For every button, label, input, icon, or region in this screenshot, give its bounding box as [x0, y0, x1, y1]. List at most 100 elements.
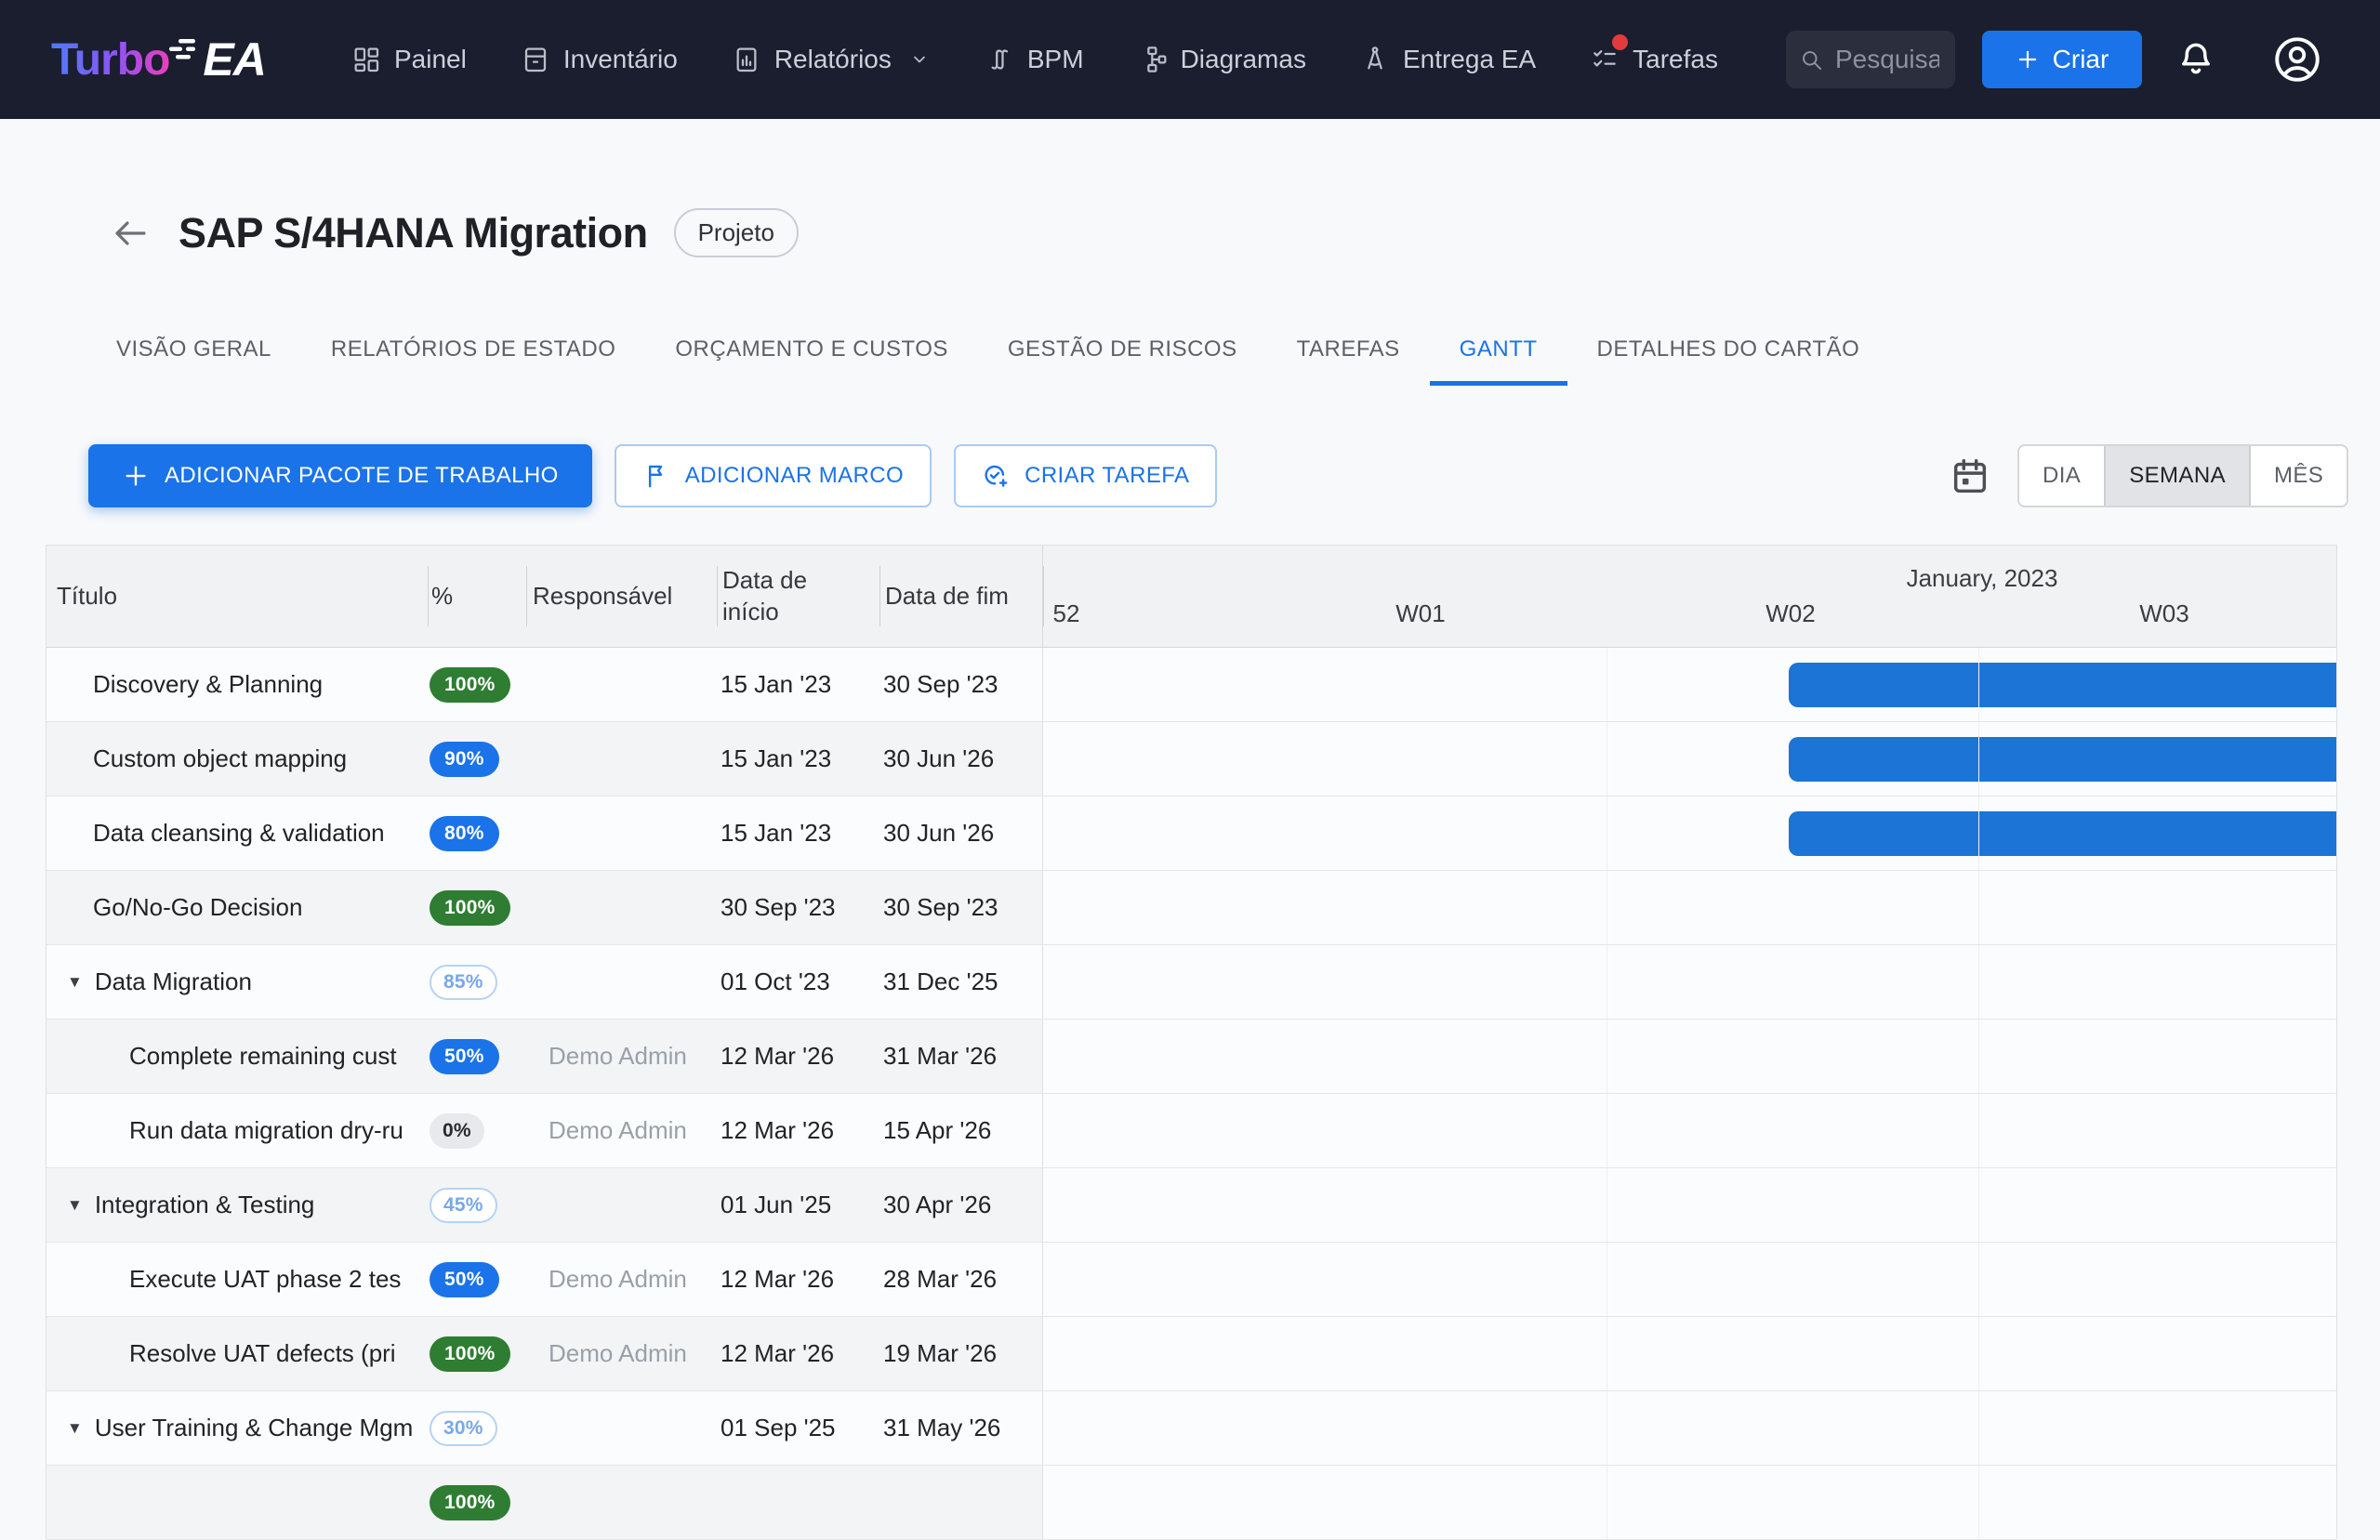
task-title-cell[interactable]: Resolve UAT defects (pri	[46, 1317, 428, 1390]
gantt-task-bar[interactable]	[1789, 737, 2336, 782]
task-percent-cell: 100%	[428, 1466, 526, 1539]
nav-item-bpm[interactable]: BPM	[985, 45, 1084, 74]
create-button[interactable]: Criar	[1982, 31, 2142, 88]
speed-lines-icon	[164, 33, 201, 65]
tab-gestao-de-riscos[interactable]: GESTÃO DE RISCOS	[978, 316, 1267, 383]
table-row[interactable]: Custom object mapping90%15 Jan '2330 Jun…	[46, 722, 2336, 796]
task-owner-cell: Demo Admin	[526, 1094, 717, 1167]
progress-badge: 90%	[430, 742, 499, 777]
progress-badge: 80%	[430, 816, 499, 851]
gantt-timeline-cell	[1042, 1466, 2336, 1539]
table-row[interactable]: Run data migration dry-ru0%Demo Admin12 …	[46, 1094, 2336, 1168]
table-row[interactable]: 100%	[46, 1466, 2336, 1540]
gantt-toolbar: ADICIONAR PACOTE DE TRABALHO ADICIONAR M…	[88, 444, 1217, 507]
task-title: Integration & Testing	[95, 1191, 315, 1219]
row-cells: Run data migration dry-ru0%Demo Admin12 …	[46, 1094, 1042, 1167]
nav-item-inventario[interactable]: Inventário	[521, 45, 678, 74]
project-type-badge: Projeto	[674, 208, 799, 257]
task-title-cell[interactable]	[46, 1466, 428, 1539]
row-cells: ▼Data Migration85%01 Oct '2331 Dec '25	[46, 945, 1042, 1019]
collapse-triangle-icon[interactable]: ▼	[67, 973, 83, 992]
table-row[interactable]: Discovery & Planning100%15 Jan '2330 Sep…	[46, 648, 2336, 722]
notifications-bell-icon[interactable]	[2175, 39, 2216, 80]
column-header-end-date[interactable]: Data de fim	[879, 546, 1042, 647]
task-end-date-cell: 28 Mar '26	[879, 1243, 1042, 1316]
back-arrow-icon[interactable]	[108, 211, 152, 256]
task-title-cell[interactable]: Discovery & Planning	[46, 648, 428, 721]
task-title-cell[interactable]: Custom object mapping	[46, 722, 428, 796]
progress-badge: 50%	[430, 1039, 499, 1074]
column-header-start-date[interactable]: Data de início	[717, 546, 879, 647]
create-button-label: Criar	[2053, 45, 2109, 74]
task-title-cell[interactable]: Complete remaining cust	[46, 1020, 428, 1093]
table-row[interactable]: Complete remaining cust50%Demo Admin12 M…	[46, 1020, 2336, 1094]
task-start-date-cell: 01 Jun '25	[717, 1168, 879, 1242]
task-title: Data cleansing & validation	[93, 819, 385, 848]
task-title: Data Migration	[95, 967, 252, 996]
diagrams-icon	[1138, 45, 1168, 74]
task-owner-cell	[526, 1168, 717, 1242]
logo-ea-text: EA	[203, 33, 265, 86]
nav-item-entrega-ea[interactable]: Entrega EA	[1360, 45, 1536, 74]
timescale-day[interactable]: DIA	[2019, 446, 2104, 506]
nav-label: Tarefas	[1633, 45, 1718, 74]
nav-item-painel[interactable]: Painel	[351, 45, 467, 74]
nav-item-tarefas[interactable]: Tarefas	[1590, 45, 1718, 74]
timescale-month[interactable]: MÊS	[2251, 446, 2347, 506]
add-work-package-button[interactable]: ADICIONAR PACOTE DE TRABALHO	[88, 444, 592, 507]
gantt-panel: Título % Responsável Data de início Data…	[46, 545, 2337, 1539]
column-header-percent[interactable]: %	[428, 546, 526, 647]
nav-item-diagramas[interactable]: Diagramas	[1138, 45, 1306, 74]
task-percent-cell: 90%	[428, 722, 526, 796]
task-title-cell[interactable]: ▼User Training & Change Mgm	[46, 1391, 428, 1465]
app-logo[interactable]: Turbo EA	[51, 0, 266, 119]
global-search[interactable]	[1786, 31, 1955, 88]
table-row[interactable]: Data cleansing & validation80%15 Jan '23…	[46, 796, 2336, 871]
task-start-date-cell: 15 Jan '23	[717, 722, 879, 796]
search-input[interactable]	[1833, 44, 1941, 75]
collapse-triangle-icon[interactable]: ▼	[67, 1196, 83, 1215]
task-title-cell[interactable]: Data cleansing & validation	[46, 796, 428, 870]
table-row[interactable]: ▼Integration & Testing45%01 Jun '2530 Ap…	[46, 1168, 2336, 1243]
tab-visao-geral[interactable]: VISÃO GERAL	[86, 316, 301, 383]
tab-relatorios-de-estado[interactable]: RELATÓRIOS DE ESTADO	[301, 316, 646, 383]
tab-gantt[interactable]: GANTT	[1430, 316, 1567, 383]
plus-icon	[122, 462, 150, 490]
user-avatar-icon[interactable]	[2270, 33, 2324, 86]
timescale-week[interactable]: SEMANA	[2104, 446, 2251, 506]
task-title-cell[interactable]: Run data migration dry-ru	[46, 1094, 428, 1167]
tab-detalhes-do-cartao[interactable]: DETALHES DO CARTÃO	[1567, 316, 1890, 383]
column-header-title[interactable]: Título	[46, 546, 428, 647]
gantt-timeline-cell	[1042, 1020, 2336, 1093]
task-title-cell[interactable]: Go/No-Go Decision	[46, 871, 428, 944]
create-task-button[interactable]: CRIAR TAREFA	[954, 444, 1217, 507]
task-start-date-cell: 12 Mar '26	[717, 1094, 879, 1167]
add-milestone-button[interactable]: ADICIONAR MARCO	[615, 444, 932, 507]
table-row[interactable]: Execute UAT phase 2 tes50%Demo Admin12 M…	[46, 1243, 2336, 1317]
gantt-task-bar[interactable]	[1789, 811, 2336, 856]
tasks-checklist-icon	[1590, 45, 1620, 74]
calendar-icon[interactable]	[1949, 454, 1991, 497]
tab-orcamento-e-custos[interactable]: ORÇAMENTO E CUSTOS	[645, 316, 977, 383]
gantt-task-bar[interactable]	[1789, 663, 2336, 707]
task-owner-cell	[526, 871, 717, 944]
gantt-timeline-cell	[1042, 871, 2336, 944]
progress-badge: 85%	[430, 965, 497, 1000]
task-title-cell[interactable]: Execute UAT phase 2 tes	[46, 1243, 428, 1316]
nav-item-relatorios[interactable]: Relatórios	[732, 45, 931, 74]
task-title-cell[interactable]: ▼ Data Migration	[46, 945, 428, 1019]
table-row[interactable]: Resolve UAT defects (pri100%Demo Admin12…	[46, 1317, 2336, 1391]
tab-tarefas[interactable]: TAREFAS	[1267, 316, 1430, 383]
task-percent-cell: 100%	[428, 648, 526, 721]
table-row[interactable]: ▼Data Migration85%01 Oct '2331 Dec '25	[46, 945, 2336, 1020]
table-row[interactable]: Go/No-Go Decision100%30 Sep '2330 Sep '2…	[46, 871, 2336, 945]
collapse-triangle-icon[interactable]: ▼	[67, 1419, 83, 1438]
task-title-cell[interactable]: ▼ Integration & Testing	[46, 1168, 428, 1242]
table-row[interactable]: ▼User Training & Change Mgm30%01 Sep '25…	[46, 1391, 2336, 1466]
timeline-week-label: W02	[1765, 599, 1815, 628]
progress-badge: 45%	[430, 1188, 497, 1223]
task-title: Resolve UAT defects (pri	[129, 1339, 396, 1368]
column-header-owner[interactable]: Responsável	[526, 546, 717, 647]
add-work-package-label: ADICIONAR PACOTE DE TRABALHO	[165, 463, 559, 489]
gantt-rows: Discovery & Planning100%15 Jan '2330 Sep…	[46, 648, 2336, 1540]
